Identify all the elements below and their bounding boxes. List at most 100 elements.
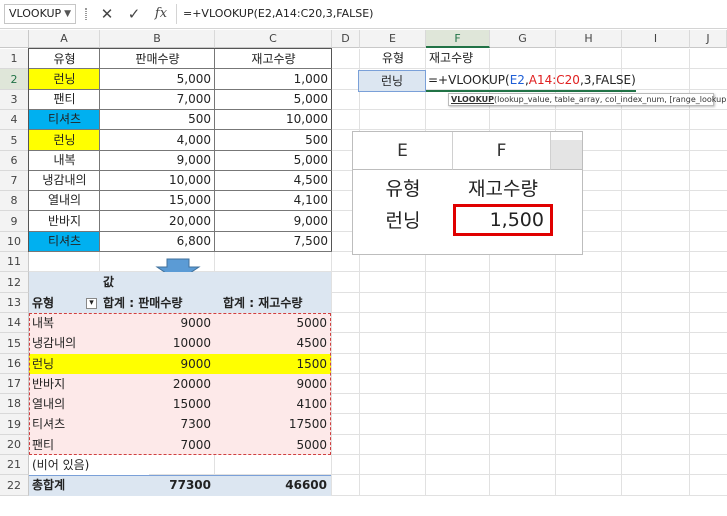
pivot-cell-type[interactable]: 런닝 [29, 354, 100, 374]
row-header-12[interactable]: 12 [0, 272, 29, 293]
row-header-14[interactable]: 14 [0, 313, 29, 333]
column-header-i[interactable]: I [622, 30, 690, 48]
pivot-cell-sales[interactable]: 7300 [100, 414, 215, 435]
pivot-cell-stock[interactable]: 1500 [215, 354, 331, 374]
enter-icon[interactable]: ✓ [124, 4, 144, 24]
table-cell-stock[interactable]: 500 [215, 130, 332, 150]
formula-input[interactable]: =+VLOOKUP(E2,A14:C20,3,FALSE) [176, 4, 724, 24]
row-header-3[interactable]: 3 [0, 90, 29, 110]
row-header-16[interactable]: 16 [0, 354, 29, 374]
cancel-icon[interactable]: ✕ [97, 4, 117, 24]
row-header-21[interactable]: 21 [0, 455, 29, 475]
table-cell-stock[interactable]: 4,100 [215, 191, 332, 210]
row-header-7[interactable]: 7 [0, 171, 29, 191]
row-header-15[interactable]: 15 [0, 333, 29, 354]
pivot-cell-type[interactable]: 반바지 [29, 374, 100, 394]
name-box[interactable]: VLOOKUP ▼ [4, 4, 76, 24]
column-header-e[interactable]: E [360, 30, 426, 48]
lookup-value-cell[interactable]: 런닝 [358, 70, 426, 92]
pivot-cell-stock[interactable]: 4100 [215, 394, 331, 414]
column-header-a[interactable]: A [29, 30, 100, 48]
table-cell-sales[interactable]: 9,000 [100, 151, 215, 170]
column-header-d[interactable]: D [332, 30, 360, 48]
table-cell-stock[interactable]: 5,000 [215, 90, 332, 109]
row-header-13[interactable]: 13 [0, 293, 29, 313]
chevron-down-icon[interactable]: ▼ [64, 5, 71, 23]
pivot-cell-stock[interactable]: 5000 [215, 313, 331, 333]
column-header-j[interactable]: J [690, 30, 727, 48]
formula-edit-cell[interactable]: =+VLOOKUP(E2,A14:C20,3,FALSE) [426, 70, 636, 92]
table-cell-stock[interactable]: 7,500 [215, 232, 332, 251]
pivot-cell-stock[interactable]: 9000 [215, 374, 331, 394]
insert-function-icon[interactable]: fx [150, 4, 172, 24]
pivot-cell-type[interactable]: 열내의 [29, 394, 100, 414]
row-header-8[interactable]: 8 [0, 191, 29, 211]
row-header-11[interactable]: 11 [0, 252, 29, 272]
column-header-c[interactable]: C [215, 30, 332, 48]
table-cell-stock[interactable]: 5,000 [215, 151, 332, 170]
table-cell-sales[interactable]: 20,000 [100, 211, 215, 231]
column-header-g[interactable]: G [490, 30, 556, 48]
column-header-f[interactable]: F [426, 30, 490, 48]
table-cell-stock[interactable]: 1,000 [215, 69, 332, 89]
pivot-cell-sales[interactable]: 9000 [100, 313, 215, 333]
row-header-9[interactable]: 9 [0, 211, 29, 232]
row-header-22[interactable]: 22 [0, 475, 29, 496]
row-header-10[interactable]: 10 [0, 232, 29, 252]
table-cell-sales[interactable]: 15,000 [100, 191, 215, 210]
pivot-cell-sales[interactable]: 9000 [100, 354, 215, 374]
pivot-cell-type[interactable]: 팬티 [29, 435, 100, 455]
row-header-17[interactable]: 17 [0, 374, 29, 394]
table-cell-sales[interactable]: 10,000 [100, 171, 215, 190]
table-cell-type[interactable]: 열내의 [29, 191, 100, 210]
zoom-col-f: F [453, 132, 551, 170]
pivot-total-stock[interactable]: 46600 [215, 475, 331, 496]
pivot-col-stock-header: 합계 : 재고수량 [223, 296, 303, 310]
pivot-cell-type[interactable]: 냉감내의 [29, 333, 100, 354]
pivot-cell-stock[interactable]: 4500 [215, 333, 331, 354]
table-header-type: 유형 [29, 49, 100, 69]
table-cell-sales[interactable]: 500 [100, 110, 215, 129]
filter-dropdown-icon[interactable]: ▾ [86, 298, 97, 309]
table-cell-sales[interactable]: 6,800 [100, 232, 215, 251]
pivot-cell-type[interactable]: 티셔츠 [29, 414, 100, 435]
table-cell-type[interactable]: 반바지 [29, 211, 100, 231]
pivot-total-sales[interactable]: 77300 [100, 475, 215, 496]
table-cell-stock[interactable]: 4,500 [215, 171, 332, 190]
table-cell-type[interactable]: 냉감내의 [29, 171, 100, 190]
pivot-cell-sales[interactable]: 10000 [100, 333, 215, 354]
pivot-total-label[interactable]: 총합계 [29, 475, 109, 496]
pivot-cell-sales[interactable]: 20000 [100, 374, 215, 394]
select-all-corner[interactable] [0, 30, 29, 48]
zoom-col-e: E [353, 132, 453, 170]
table-cell-type[interactable]: 런닝 [29, 130, 100, 150]
pivot-cell-type[interactable]: 내복 [29, 313, 100, 333]
row-header-6[interactable]: 6 [0, 151, 29, 171]
table-cell-sales[interactable]: 7,000 [100, 90, 215, 109]
table-cell-sales[interactable]: 4,000 [100, 130, 215, 150]
table-cell-stock[interactable]: 10,000 [215, 110, 332, 129]
table-cell-stock[interactable]: 9,000 [215, 211, 332, 231]
table-cell-sales[interactable]: 5,000 [100, 69, 215, 89]
table-cell-type[interactable]: 런닝 [29, 69, 100, 89]
column-header-b[interactable]: B [100, 30, 215, 48]
table-cell-type[interactable]: 팬티 [29, 90, 100, 109]
table-cell-type[interactable]: 티셔츠 [29, 110, 100, 129]
pivot-cell-stock[interactable]: 17500 [215, 414, 331, 435]
pivot-cell-sales[interactable]: 7000 [100, 435, 215, 455]
row-header-19[interactable]: 19 [0, 414, 29, 435]
tooltip-function-name[interactable]: VLOOKUP [451, 95, 494, 104]
pivot-cell-sales[interactable]: 15000 [100, 394, 215, 414]
column-header-h[interactable]: H [556, 30, 622, 48]
row-header-1[interactable]: 1 [0, 49, 29, 69]
table-cell-type[interactable]: 내복 [29, 151, 100, 170]
row-header-4[interactable]: 4 [0, 110, 29, 130]
row-header-18[interactable]: 18 [0, 394, 29, 414]
formula-bar-grip[interactable] [85, 8, 87, 20]
table-cell-type[interactable]: 티셔츠 [29, 232, 100, 251]
row-header-20[interactable]: 20 [0, 435, 29, 455]
row-header-2[interactable]: 2 [0, 69, 29, 90]
pivot-cell-stock[interactable]: 5000 [215, 435, 331, 455]
row-header-5[interactable]: 5 [0, 130, 29, 151]
pivot-blank-label[interactable]: (비어 있음) [29, 455, 149, 475]
